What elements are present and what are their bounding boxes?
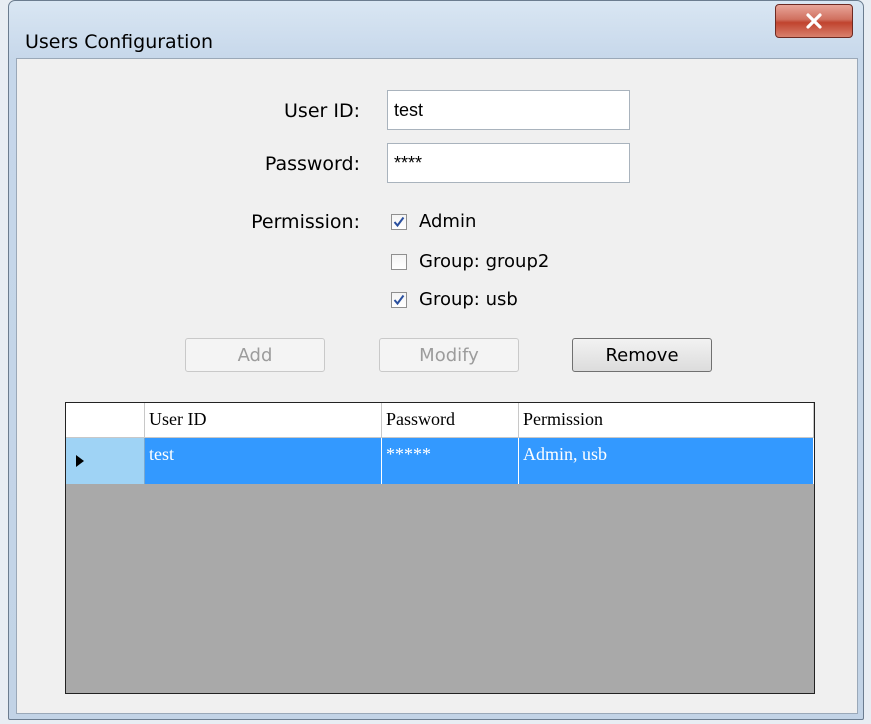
table-row[interactable]: test ***** Admin, usb (66, 438, 814, 484)
user-id-label: User ID: (284, 100, 360, 122)
column-header-permission[interactable]: Permission (519, 403, 814, 438)
usb-checkbox-label: Group: usb (419, 289, 518, 310)
modify-button[interactable]: Modify (379, 338, 519, 372)
group2-checkbox-label: Group: group2 (419, 251, 550, 272)
permission-group2-option[interactable]: Group: group2 (391, 251, 549, 272)
checkmark-icon (393, 294, 405, 305)
column-header-password[interactable]: Password (382, 403, 519, 438)
cell-user-id[interactable]: test (145, 438, 382, 484)
row-header-cell[interactable] (66, 438, 145, 484)
admin-checkbox-label: Admin (419, 211, 477, 232)
close-icon (806, 13, 822, 29)
permission-usb-option[interactable]: Group: usb (391, 289, 518, 310)
password-label: Password: (264, 153, 360, 175)
password-input[interactable] (387, 143, 630, 183)
add-button[interactable]: Add (185, 338, 325, 372)
dialog-client-area: User ID: Password: Permission: Admin Gro… (16, 58, 858, 714)
admin-checkbox[interactable] (391, 213, 407, 230)
usb-checkbox[interactable] (391, 291, 407, 308)
remove-button[interactable]: Remove (572, 338, 712, 372)
window-title: Users Configuration (25, 31, 214, 53)
close-button[interactable] (775, 4, 853, 38)
permission-label: Permission: (251, 211, 360, 233)
cell-password[interactable]: ***** (382, 438, 519, 484)
grid-corner-header[interactable] (66, 403, 145, 438)
permission-admin-option[interactable]: Admin (391, 211, 476, 232)
cell-permission[interactable]: Admin, usb (519, 438, 814, 484)
users-grid[interactable]: User ID Password Permission test ***** A… (65, 402, 815, 694)
current-row-arrow-icon (76, 455, 84, 467)
user-id-input[interactable] (387, 90, 630, 130)
column-header-user-id[interactable]: User ID (145, 403, 382, 438)
users-configuration-window: Users Configuration User ID: Password: P… (8, 0, 864, 720)
group2-checkbox[interactable] (391, 253, 407, 270)
grid-header-row: User ID Password Permission (66, 403, 814, 438)
title-bar[interactable]: Users Configuration (9, 1, 863, 58)
checkmark-icon (393, 216, 405, 227)
